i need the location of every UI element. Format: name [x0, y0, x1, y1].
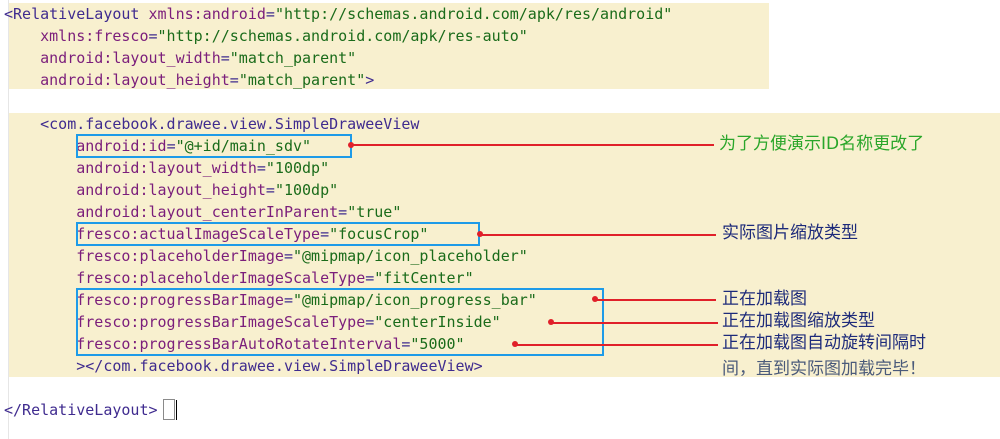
- code-token-attr: fresco:placeholderImage: [76, 247, 284, 265]
- note-rotate-1: 正在加载图自动旋转间隔时: [722, 333, 926, 353]
- note-id: 为了方便演示ID名称更改了: [719, 134, 925, 154]
- code-line[interactable]: fresco:placeholderImageScaleType="fitCen…: [4, 267, 474, 289]
- code-line[interactable]: android:layout_width="match_parent": [4, 47, 356, 69]
- matching-bracket-box: [163, 399, 175, 420]
- code-token-attr: android:layout_centerInParent: [76, 203, 339, 221]
- arrow-progress-scale: [552, 322, 718, 324]
- arrow-progress-image: [596, 299, 716, 301]
- code-token-attr: fresco:placeholderImageScaleType: [76, 269, 366, 287]
- note-rotate-2: 间，直到实际图加载完毕！: [722, 359, 926, 379]
- note-progress-image: 正在加载图: [722, 289, 807, 309]
- code-token-tag: =: [338, 203, 348, 221]
- code-token-tag: =: [265, 181, 275, 199]
- arrow-dot-progress-image: [592, 296, 598, 302]
- code-token-val: "@mipmap/icon_placeholder": [293, 247, 528, 265]
- code-token-tag: </RelativeLayout>: [4, 401, 158, 419]
- code-token-tag: =: [148, 27, 158, 45]
- code-token-val: "match_parent": [229, 49, 357, 67]
- code-token-tag: =: [220, 49, 230, 67]
- code-token-tag: =: [256, 159, 266, 177]
- arrow-scale-type: [480, 234, 716, 236]
- code-line[interactable]: fresco:placeholderImage="@mipmap/icon_pl…: [4, 245, 528, 267]
- code-token-val: "http://schemas.android.com/apk/res-auto…: [157, 27, 528, 45]
- code-token-attr: xmlns:android: [148, 5, 266, 23]
- code-token-val: "http://schemas.android.com/apk/res/andr…: [274, 5, 673, 23]
- code-token-tag: <com.facebook.drawee.view.SimpleDraweeVi…: [40, 115, 420, 133]
- arrow-rotate: [516, 344, 718, 346]
- code-line[interactable]: xmlns:fresco="http://schemas.android.com…: [4, 25, 528, 47]
- code-line[interactable]: ></com.facebook.drawee.view.SimpleDrawee…: [4, 355, 483, 377]
- code-line[interactable]: </RelativeLayout>: [4, 399, 158, 421]
- code-line[interactable]: android:layout_centerInParent="true": [4, 201, 401, 223]
- arrow-dot-progress-scale: [548, 319, 554, 325]
- code-line[interactable]: android:layout_width="100dp": [4, 157, 329, 179]
- code-token-tag: ></com.facebook.drawee.view.SimpleDrawee…: [76, 357, 483, 375]
- code-token-tag: =: [265, 5, 275, 23]
- arrow-dot-id: [348, 142, 354, 148]
- code-line[interactable]: android:layout_height="match_parent">: [4, 69, 374, 91]
- arrow-dot-scale-type: [477, 231, 483, 237]
- text-cursor: [176, 400, 177, 420]
- code-token-tag: >: [365, 71, 375, 89]
- code-token-tag: =: [229, 71, 239, 89]
- code-token-attr: android:layout_height: [40, 71, 230, 89]
- code-token-val: "100dp": [274, 181, 339, 199]
- arrow-id: [352, 144, 714, 146]
- code-token-attr: android:layout_width: [76, 159, 257, 177]
- code-token-val: "match_parent": [238, 71, 366, 89]
- code-token-attr: android:layout_width: [40, 49, 221, 67]
- code-line[interactable]: android:layout_height="100dp": [4, 179, 338, 201]
- code-token-val: "true": [347, 203, 402, 221]
- code-token-tag: <RelativeLayout: [4, 5, 149, 23]
- code-line[interactable]: <com.facebook.drawee.view.SimpleDraweeVi…: [4, 113, 419, 135]
- note-progress-scale: 正在加载图缩放类型: [722, 311, 875, 331]
- code-line[interactable]: <RelativeLayout xmlns:android="http://sc…: [4, 3, 672, 25]
- code-token-val: "fitCenter": [374, 269, 474, 287]
- code-token-attr: android:layout_height: [76, 181, 266, 199]
- highlight-box-scale-type: [76, 222, 480, 246]
- code-token-attr: xmlns:fresco: [40, 27, 149, 45]
- code-token-val: "100dp": [265, 159, 330, 177]
- arrow-dot-rotate: [512, 341, 518, 347]
- note-scale-type: 实际图片缩放类型: [722, 223, 858, 243]
- code-token-tag: =: [283, 247, 293, 265]
- code-token-tag: =: [365, 269, 375, 287]
- highlight-box-id: [76, 134, 352, 158]
